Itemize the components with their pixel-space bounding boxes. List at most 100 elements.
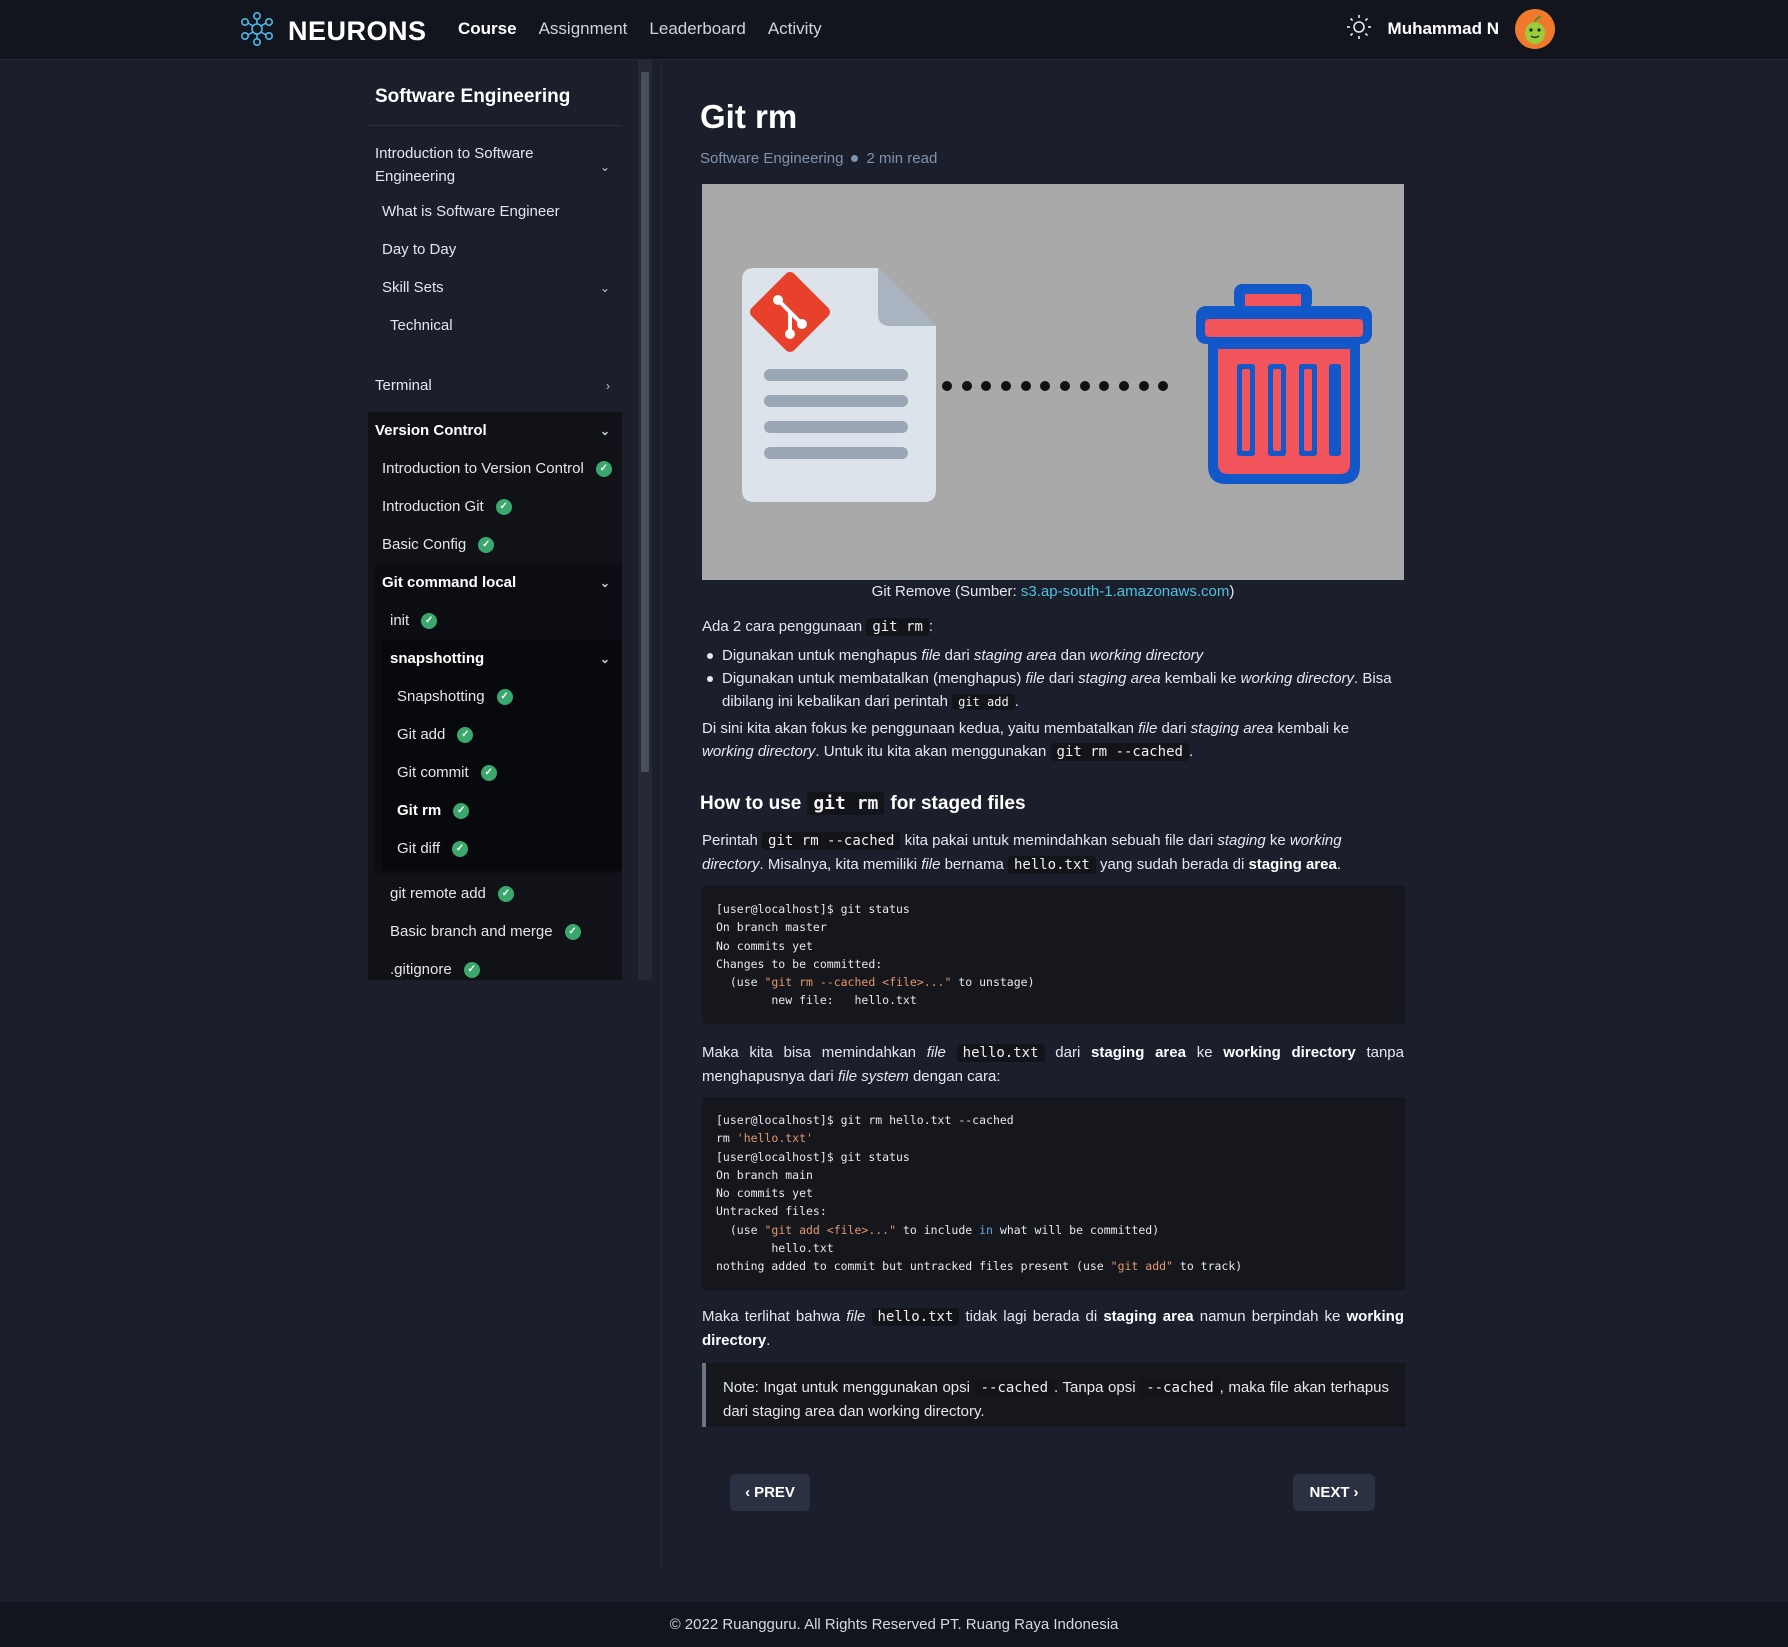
sidebar-item-git-diff[interactable]: Git diff ✓ (397, 840, 469, 857)
sidebar-item-label: Engineering (375, 168, 456, 185)
article-category[interactable]: Software Engineering (700, 150, 843, 167)
code-line: (use (716, 975, 765, 990)
sidebar-item-basic-branch[interactable]: Basic branch and merge ✓ (390, 923, 581, 940)
inline-code: git rm (807, 792, 885, 815)
article-read-time: 2 min read (866, 150, 938, 167)
sidebar-item-label: Version Control (375, 422, 487, 439)
sidebar-item-label: snapshotting (390, 650, 485, 667)
sidebar-item-intro-git[interactable]: Introduction Git ✓ (382, 498, 512, 515)
text: kembali ke (1160, 670, 1241, 687)
text: Maka kita bisa memindahkan (702, 1044, 927, 1061)
sidebar-item-label: Technical (390, 317, 453, 334)
prev-button[interactable]: ‹ PREV (730, 1474, 810, 1511)
text: Digunakan untuk membatalkan (menghapus) (722, 670, 1026, 687)
nav-activity[interactable]: Activity (768, 19, 822, 39)
paragraph-result: Maka terlihat bahwa file hello.txt tidak… (702, 1305, 1404, 1352)
sidebar-item-what-is[interactable]: What is Software Engineer (382, 203, 560, 220)
sidebar-item-intro-vc[interactable]: Introduction to Version Control ✓ (382, 460, 612, 477)
user-name[interactable]: Muhammad N (1388, 19, 1499, 39)
text: dari (1044, 670, 1079, 687)
text: staging area (1103, 1308, 1194, 1325)
text: ke (1265, 832, 1290, 849)
sidebar-scrollbar-thumb[interactable] (641, 72, 649, 772)
sidebar-item-technical[interactable]: Technical (390, 317, 453, 334)
sidebar-item-label: Introduction to Software (375, 145, 534, 162)
next-label: NEXT (1309, 1484, 1350, 1501)
text: file (921, 856, 941, 873)
sidebar-section-version-control[interactable]: Version Control ⌄ (375, 422, 622, 439)
inline-code: hello.txt (956, 1044, 1045, 1062)
code-line: what will be committed) (992, 1222, 1160, 1237)
nav-course[interactable]: Course (458, 19, 517, 39)
nav-assignment[interactable]: Assignment (539, 19, 628, 39)
sidebar-item-terminal[interactable]: Terminal › (375, 377, 622, 394)
text: for staged files (890, 792, 1026, 814)
code-string: 'hello.txt' (736, 1131, 813, 1146)
snapshotting-panel (382, 640, 622, 870)
text: file system (837, 1068, 909, 1085)
theme-toggle-sun-icon[interactable] (1346, 14, 1372, 44)
sidebar-section-intro[interactable]: Introduction to Software Engineering ⌄ (375, 142, 622, 188)
code-line: [user@localhost]$ git status (716, 902, 910, 916)
next-button[interactable]: NEXT › (1293, 1474, 1375, 1511)
code-line: No commits yet (716, 938, 813, 953)
sidebar-item-snapshotting[interactable]: Snapshotting ✓ (397, 688, 513, 705)
text: staging area (1190, 720, 1274, 737)
paragraph-focus: Di sini kita akan fokus ke penggunaan ke… (702, 717, 1404, 764)
caption-source-link[interactable]: s3.ap-south-1.amazonaws.com (1021, 583, 1229, 600)
text: . (766, 1332, 771, 1349)
text: dari (1055, 1044, 1092, 1061)
text: dari (1157, 720, 1191, 737)
code-line: hello.txt (716, 1241, 834, 1256)
text: file (1025, 670, 1045, 687)
text: . (1336, 856, 1341, 873)
text: file (846, 1308, 866, 1325)
text: working directory (1223, 1044, 1356, 1061)
nav-leaderboard[interactable]: Leaderboard (649, 19, 745, 39)
text: Di sini kita akan fokus ke penggunaan ke… (702, 720, 1139, 737)
chevron-down-icon: ⌄ (599, 280, 610, 295)
git-remove-illustration (702, 184, 1404, 580)
text: Maka terlihat bahwa (702, 1308, 847, 1325)
content-divider (661, 60, 662, 1570)
text: staging area (1248, 856, 1337, 873)
meta-dot (851, 155, 859, 162)
text: staging area (1078, 670, 1161, 687)
sidebar-item-gitignore[interactable]: .gitignore ✓ (390, 961, 480, 978)
chevron-down-icon: ⌄ (599, 423, 610, 438)
check-circle-icon: ✓ (497, 885, 514, 902)
sidebar-section-snapshotting[interactable]: snapshotting ⌄ (390, 650, 622, 667)
brand[interactable]: NEURONS (238, 10, 427, 52)
text: kembali ke (1273, 720, 1350, 737)
text: bernama (940, 856, 1004, 873)
sidebar-item-git-remote-add[interactable]: git remote add ✓ (390, 885, 514, 902)
chevron-right-icon: › (606, 378, 610, 393)
code-line: rm (716, 1131, 737, 1146)
code-string: "git rm --cached <file>..." (764, 975, 952, 990)
paragraph-move: Maka kita bisa memindahkan file hello.tx… (702, 1041, 1404, 1088)
sidebar-item-git-rm[interactable]: Git rm ✓ (397, 802, 470, 819)
sidebar-item-label: Introduction Git (382, 498, 484, 515)
sidebar-item-day-to-day[interactable]: Day to Day (382, 241, 456, 258)
inline-code: hello.txt (1007, 856, 1096, 874)
text: tidak lagi berada di (965, 1308, 1104, 1325)
sidebar-item-git-add[interactable]: Git add ✓ (397, 726, 474, 743)
text: working directory (1089, 647, 1204, 664)
sidebar-item-label: What is Software Engineer (382, 203, 560, 220)
avatar[interactable] (1515, 9, 1555, 49)
caption-text: Git Remove (Sumber: (871, 583, 1021, 600)
text: file (1138, 720, 1158, 737)
text: staging area (973, 647, 1057, 664)
sidebar-item-init[interactable]: init ✓ (390, 612, 438, 629)
check-circle-icon: ✓ (480, 764, 497, 781)
text: Note: Ingat untuk menggunakan opsi (723, 1379, 970, 1396)
sidebar-item-skill-sets[interactable]: Skill Sets ⌄ (382, 279, 622, 296)
check-circle-icon: ✓ (421, 612, 438, 629)
sidebar-section-git-command-local[interactable]: Git command local ⌄ (382, 574, 622, 591)
inline-code: git rm (866, 618, 929, 636)
text: . Tanpa opsi (1054, 1379, 1136, 1396)
sidebar-item-label: .gitignore (390, 961, 452, 978)
sidebar-item-basic-config[interactable]: Basic Config ✓ (382, 536, 495, 553)
sidebar-item-git-commit[interactable]: Git commit ✓ (397, 764, 497, 781)
section-heading: How to use git rm for staged files (700, 792, 1026, 815)
